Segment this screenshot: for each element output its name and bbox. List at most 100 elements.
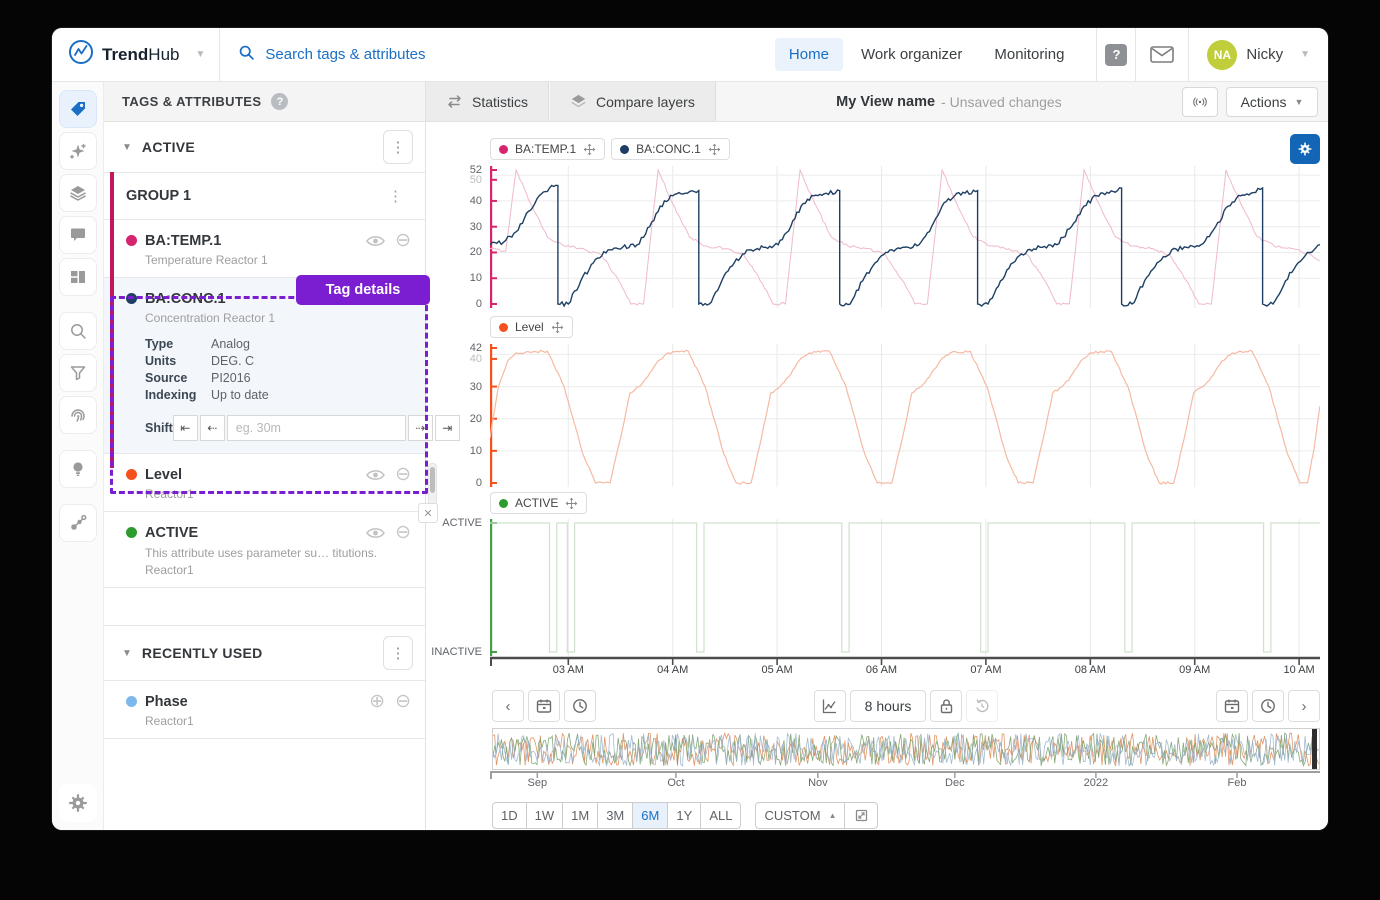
shift-amount-input[interactable] — [227, 415, 406, 441]
layers-tool-button[interactable] — [59, 174, 97, 212]
remove-icon[interactable]: ⊖ — [395, 523, 411, 542]
range-1m-button[interactable]: 1M — [562, 802, 598, 829]
visibility-icon[interactable] — [366, 469, 385, 481]
y-tick-label: 40 — [470, 353, 482, 365]
remove-icon[interactable]: ⊖ — [395, 231, 411, 250]
visibility-icon[interactable] — [366, 527, 385, 539]
legend-label: BA:CONC.1 — [636, 142, 701, 156]
group-menu-icon[interactable]: ⋮ — [382, 187, 409, 205]
divider — [1096, 28, 1097, 82]
plot-level[interactable] — [490, 344, 1320, 487]
pan-right-button[interactable]: › — [1288, 690, 1320, 722]
nav-work-organizer[interactable]: Work organizer — [847, 38, 976, 71]
chevron-down-icon[interactable]: ▼ — [122, 142, 132, 153]
remove-icon[interactable]: ⊖ — [395, 465, 411, 484]
charts-wrap: BA:TEMP.1 BA:CONC.1 5250403 — [426, 122, 1328, 830]
reset-time-button[interactable] — [966, 690, 998, 722]
user-menu[interactable]: NA Nicky ▼ — [1197, 40, 1328, 70]
ideas-tool-button[interactable] — [59, 450, 97, 488]
legend-chip-temp[interactable]: BA:TEMP.1 — [490, 138, 605, 160]
range-1y-button[interactable]: 1Y — [667, 802, 701, 829]
range-custom-button[interactable]: CUSTOM ▲ — [755, 802, 845, 829]
legend-dot — [499, 323, 508, 332]
duration-button[interactable]: 8 hours — [850, 690, 927, 722]
legend-chip-level[interactable]: Level — [490, 316, 573, 338]
overview-month-axis: SepOctNovDec2022Feb — [490, 770, 1320, 794]
start-time-button[interactable] — [564, 690, 596, 722]
range-3m-button[interactable]: 3M — [597, 802, 633, 829]
detail-value: Analog — [211, 337, 250, 351]
tag-color-dot — [126, 469, 137, 480]
close-icon[interactable]: ✕ — [418, 503, 438, 523]
fingerprint-tool-button[interactable] — [59, 396, 97, 434]
search-tool-button[interactable] — [59, 312, 97, 350]
custom-label: CUSTOM — [764, 808, 820, 823]
range-all-button[interactable]: ALL — [700, 802, 741, 829]
legend-chip-active[interactable]: ACTIVE — [490, 492, 587, 514]
tag-row-temp[interactable]: BA:TEMP.1 ⊖ Temperature Reactor 1 — [104, 220, 425, 278]
tag-row-phase[interactable]: Phase ⊕ ⊖ Reactor1 — [104, 681, 425, 739]
month-tick-label: Sep — [528, 777, 548, 789]
view-title-zone: My View name - Unsaved changes — [716, 82, 1182, 121]
effects-tool-button[interactable] — [59, 132, 97, 170]
actions-label: Actions — [1241, 94, 1287, 110]
view-toolbar: Statistics Compare layers My View name -… — [426, 82, 1328, 122]
panel-help-icon[interactable]: ? — [271, 93, 288, 110]
legend-label: Level — [515, 320, 544, 334]
end-date-button[interactable] — [1216, 690, 1248, 722]
legend-chip-conc[interactable]: BA:CONC.1 — [611, 138, 730, 160]
start-date-button[interactable] — [528, 690, 560, 722]
statistics-button[interactable]: Statistics — [426, 82, 549, 121]
mail-icon[interactable] — [1144, 46, 1180, 63]
overview-range-handle[interactable] — [1312, 728, 1317, 770]
chevron-down-icon[interactable]: ▼ — [122, 648, 132, 659]
range-1w-button[interactable]: 1W — [526, 802, 564, 829]
y-tick-label: INACTIVE — [431, 646, 482, 658]
end-time-button[interactable] — [1252, 690, 1284, 722]
actions-button[interactable]: Actions ▼ — [1226, 87, 1318, 117]
search-input[interactable] — [265, 46, 685, 63]
shift-left-button[interactable]: ⇠ — [200, 415, 225, 441]
y-tick-label: 0 — [476, 298, 482, 310]
help-icon[interactable]: ? — [1105, 44, 1127, 66]
time-tick-label: 05 AM — [762, 664, 793, 676]
tag-details-badge[interactable]: Tag details — [296, 275, 430, 305]
shift-far-left-button[interactable]: ⇤ — [173, 415, 198, 441]
group-row[interactable]: GROUP 1 ⋮ — [104, 173, 425, 220]
chevron-down-icon[interactable]: ▼ — [195, 49, 205, 60]
layout-tool-button[interactable] — [59, 258, 97, 296]
recently-used-menu-button[interactable]: ⋮ — [383, 636, 413, 670]
active-section-menu-button[interactable]: ⋮ — [383, 130, 413, 164]
nav-home[interactable]: Home — [775, 38, 843, 71]
panel-scrollbar[interactable] — [428, 463, 437, 507]
visibility-icon[interactable] — [366, 235, 385, 247]
relations-tool-button[interactable] — [59, 504, 97, 542]
tag-row-active[interactable]: ACTIVE ⊖ This attribute uses parameter s… — [104, 512, 425, 588]
brand[interactable]: TrendHub ▼ — [52, 28, 220, 81]
expand-range-button[interactable] — [844, 802, 878, 829]
remove-icon[interactable]: ⊖ — [395, 692, 411, 711]
trend-mode-button[interactable] — [814, 690, 846, 722]
plot-temp-conc[interactable] — [490, 166, 1320, 308]
comments-tool-button[interactable] — [59, 216, 97, 254]
filter-tool-button[interactable] — [59, 354, 97, 392]
nav-monitoring[interactable]: Monitoring — [980, 38, 1078, 71]
compare-layers-button[interactable]: Compare layers — [549, 82, 716, 121]
tag-name: Phase — [145, 694, 361, 710]
overview-timeline[interactable] — [492, 728, 1320, 770]
view-name: My View name — [836, 94, 935, 110]
settings-button[interactable] — [59, 784, 97, 822]
tags-tool-button[interactable] — [59, 90, 97, 128]
range-1d-button[interactable]: 1D — [492, 802, 527, 829]
pan-left-button[interactable]: ‹ — [492, 690, 524, 722]
legend-label: ACTIVE — [515, 496, 558, 510]
live-broadcast-button[interactable] — [1182, 87, 1218, 117]
plot-active[interactable] — [490, 519, 1320, 656]
add-icon[interactable]: ⊕ — [369, 692, 385, 711]
lock-duration-button[interactable] — [930, 690, 962, 722]
chart-settings-button[interactable] — [1290, 134, 1320, 164]
y-tick-label: 30 — [470, 381, 482, 393]
tag-row-level[interactable]: Level ⊖ Reactor1 — [104, 454, 425, 512]
range-6m-button[interactable]: 6M — [632, 802, 668, 829]
legend-label: BA:TEMP.1 — [515, 142, 576, 156]
